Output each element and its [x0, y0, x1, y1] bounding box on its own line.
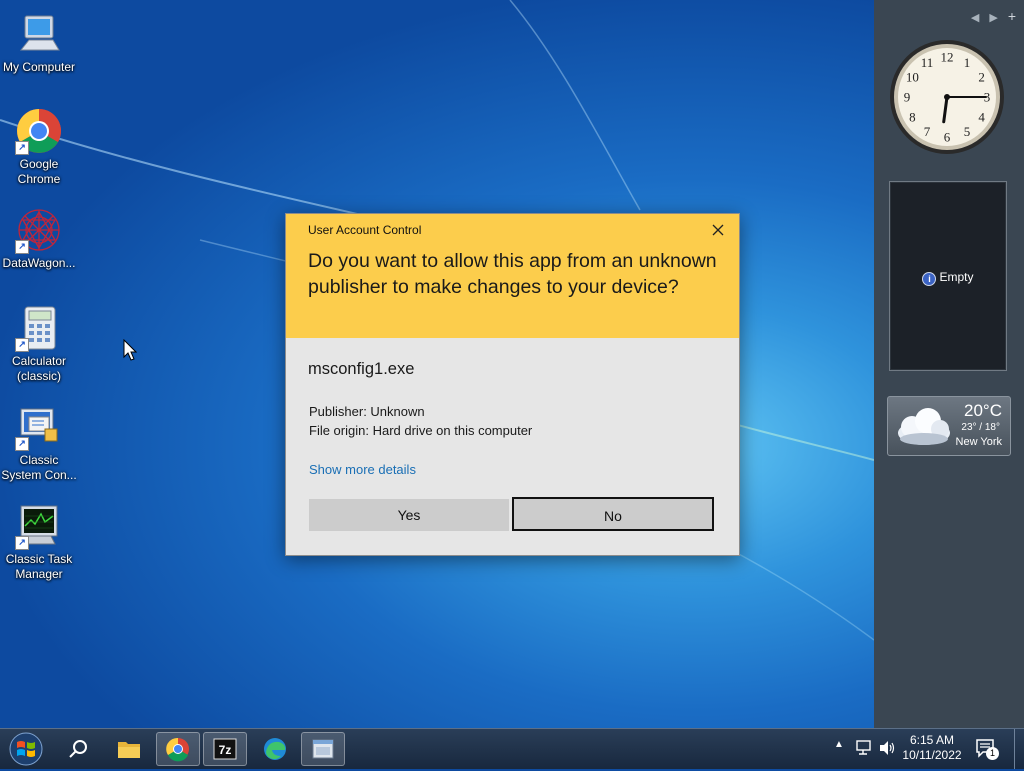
clock-numeral: 10	[906, 70, 919, 85]
shortcut-arrow-icon: ↗	[15, 437, 29, 451]
search-button[interactable]	[57, 732, 99, 766]
desktop-icon-label: Calculator (classic)	[11, 354, 67, 383]
weather-gadget[interactable]: 20°C 23° / 18° New York	[887, 396, 1011, 456]
mouse-cursor-icon	[123, 339, 137, 361]
taskbar-date: 10/11/2022	[902, 748, 962, 762]
clock-numeral: 4	[978, 110, 985, 125]
desktop-icon-task-manager[interactable]: ↗ Classic Task Manager	[0, 502, 78, 582]
desktop-icon-my-computer[interactable]: My Computer	[0, 10, 78, 75]
desktop-icon-label: Google Chrome	[17, 157, 61, 186]
desktop-icon-label: My Computer	[2, 60, 76, 74]
taskbar: 7z ▲ 6:15 AM 10/11/2022 1	[0, 728, 1024, 769]
add-gadget-icon[interactable]: +	[1008, 8, 1016, 24]
clock-gadget[interactable]: 1234567891011 12	[888, 38, 1006, 156]
slideshow-gadget[interactable]: i Empty	[889, 181, 1007, 371]
start-button[interactable]	[4, 732, 48, 766]
shortcut-arrow-icon: ↗	[15, 240, 29, 254]
uac-title: User Account Control	[308, 223, 422, 237]
chrome-icon: ↗	[15, 107, 63, 155]
desktop-icon-calculator[interactable]: ↗ Calculator (classic)	[0, 304, 78, 384]
cloudy-weather-icon	[898, 408, 950, 445]
clock-numeral: 1	[964, 55, 971, 70]
volume-icon[interactable]	[878, 739, 896, 757]
app-name: msconfig1.exe	[308, 360, 415, 378]
desktop-icon-datawagon[interactable]: ↗ DataWagon...	[0, 206, 78, 271]
network-icon[interactable]	[855, 739, 873, 757]
shortcut-arrow-icon: ↗	[15, 536, 29, 550]
calculator-icon: ↗	[15, 304, 63, 352]
taskbar-file-explorer[interactable]	[108, 732, 150, 766]
clock-numeral: 2	[978, 70, 985, 85]
show-hidden-icons-arrow-icon[interactable]: ▲	[834, 739, 844, 750]
uac-header: User Account Control Do you want to allo…	[286, 214, 739, 338]
weather-temp: 20°C	[964, 401, 1002, 420]
svg-text:7z: 7z	[219, 743, 232, 757]
edge-icon	[264, 738, 286, 760]
desktop-icon-system-config[interactable]: ↗ Classic System Con...	[0, 403, 78, 483]
shortcut-arrow-icon: ↗	[15, 338, 29, 352]
show-desktop-button[interactable]	[1014, 729, 1024, 769]
show-more-details-link[interactable]: Show more details	[309, 462, 416, 477]
taskbar-edge[interactable]	[254, 732, 296, 766]
desktop-icon-label: Classic Task Manager	[5, 552, 73, 581]
windows-start-icon	[9, 732, 43, 766]
clock-numeral: 7	[924, 124, 931, 139]
notification-center-button[interactable]: 1	[974, 737, 999, 761]
prev-arrow-icon[interactable]: ◀	[971, 12, 979, 24]
uac-dialog: User Account Control Do you want to allo…	[285, 213, 740, 556]
7zip-icon: 7z	[213, 738, 237, 760]
slideshow-empty: i Empty	[890, 270, 1006, 286]
weather-city: New York	[955, 436, 1002, 448]
desktop-icon-google-chrome[interactable]: ↗ Google Chrome	[0, 107, 78, 187]
close-button[interactable]	[709, 221, 727, 239]
file-origin-text: File origin: Hard drive on this computer	[309, 423, 533, 438]
publisher-text: Publisher: Unknown	[309, 404, 425, 419]
taskbar-7zip[interactable]: 7z	[203, 732, 247, 766]
taskbar-window-app[interactable]	[301, 732, 345, 766]
notification-count-badge: 1	[986, 747, 999, 760]
sidebar-nav: ◀ ▶ +	[961, 8, 1016, 24]
datawagon-icon: ↗	[15, 206, 63, 254]
slideshow-empty-label: Empty	[939, 270, 974, 284]
close-icon	[712, 224, 724, 236]
no-button[interactable]: No	[512, 497, 714, 531]
uac-question: Do you want to allow this app from an un…	[308, 250, 717, 298]
chrome-icon	[166, 737, 189, 762]
taskbar-chrome[interactable]	[156, 732, 200, 766]
clock-numeral: 8	[909, 110, 916, 125]
clock-numeral: 6	[944, 130, 951, 145]
shortcut-arrow-icon: ↗	[15, 141, 29, 155]
taskbar-time: 6:15 AM	[909, 733, 955, 747]
system-config-icon: ↗	[15, 403, 63, 451]
info-icon: i	[922, 272, 937, 286]
yes-button[interactable]: Yes	[309, 499, 509, 531]
folder-icon	[118, 742, 140, 758]
task-manager-icon: ↗	[15, 502, 63, 550]
weather-range: 23° / 18°	[961, 422, 1000, 433]
clock-numeral: 11	[921, 55, 934, 70]
clock-numeral: 5	[964, 124, 971, 139]
search-icon	[69, 740, 87, 758]
clock-numeral: 12	[941, 50, 954, 65]
application-window-icon	[312, 739, 334, 759]
desktop-icon-label: Classic System Con...	[1, 453, 77, 482]
taskbar-clock[interactable]: 6:15 AM 10/11/2022	[900, 733, 964, 763]
desktop-icon-label: DataWagon...	[2, 256, 76, 270]
clock-numeral: 9	[904, 90, 911, 105]
next-arrow-icon[interactable]: ▶	[989, 12, 997, 24]
computer-icon	[15, 10, 63, 58]
